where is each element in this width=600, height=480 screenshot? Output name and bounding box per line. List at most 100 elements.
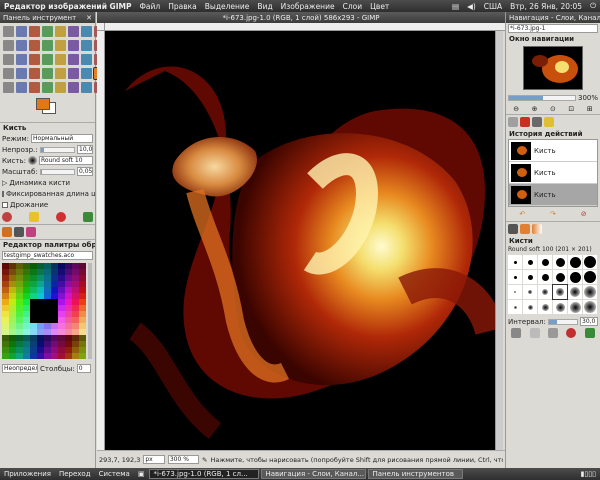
tool-button-icon[interactable] — [81, 54, 92, 65]
show-desktop-icon[interactable]: ▣ — [134, 470, 149, 478]
zoom-select[interactable]: 300 % — [167, 455, 200, 464]
ruler-corner[interactable] — [97, 23, 105, 31]
palette-swatch[interactable] — [72, 353, 79, 359]
brush-thumbnail[interactable] — [553, 255, 567, 269]
brush-thumbnail[interactable] — [508, 285, 522, 299]
menu-select[interactable]: Выделение — [201, 2, 254, 11]
brush-thumbnail[interactable] — [583, 255, 597, 269]
new-brush-icon[interactable] — [529, 327, 540, 338]
tool-button-icon[interactable] — [16, 26, 27, 37]
restore-options-icon[interactable] — [29, 212, 39, 222]
taskbar-image-window[interactable]: *i-673.jpg-1.0 (RGB, 1 сл... — [149, 469, 260, 479]
tool-button-icon[interactable] — [29, 40, 40, 51]
menu-edit[interactable]: Правка — [164, 2, 201, 11]
brush-thumbnail[interactable] — [538, 270, 552, 284]
reset-options-icon[interactable] — [83, 212, 93, 222]
vertical-ruler[interactable] — [97, 31, 105, 450]
brush-thumbnail[interactable] — [523, 255, 537, 269]
brush-thumbnail[interactable] — [583, 300, 597, 314]
palette-swatch[interactable] — [37, 353, 44, 359]
horizontal-ruler[interactable] — [105, 23, 505, 31]
brush-thumbnail[interactable] — [553, 270, 567, 284]
scale-slider[interactable] — [39, 168, 75, 175]
delete-options-icon[interactable] — [56, 212, 66, 222]
menu-colors[interactable]: Цвет — [366, 2, 393, 11]
tool-button-icon[interactable] — [29, 26, 40, 37]
brush-thumbnail[interactable] — [583, 270, 597, 284]
palette-swatch[interactable] — [30, 353, 37, 359]
vertical-scrollbar[interactable] — [495, 31, 503, 450]
brush-thumbnail[interactable] — [553, 300, 567, 314]
clock[interactable]: Втр, 26 Янв, 20:05 — [506, 2, 586, 11]
tool-button-icon[interactable] — [29, 82, 40, 93]
tool-button-icon[interactable] — [68, 40, 79, 51]
brush-preview-icon[interactable] — [27, 156, 37, 165]
close-icon[interactable]: ✕ — [86, 14, 92, 22]
tool-button-icon[interactable] — [55, 82, 66, 93]
tool-button-icon[interactable] — [81, 40, 92, 51]
brush-thumbnail[interactable] — [552, 284, 568, 300]
duplicate-brush-icon[interactable] — [547, 327, 558, 338]
palette-scrollbar[interactable] — [88, 263, 92, 359]
zoom-1-1-icon[interactable]: ⊙ — [550, 105, 556, 113]
brush-thumbnail[interactable] — [568, 270, 582, 284]
channels-tab-icon[interactable] — [520, 117, 530, 127]
tool-button-icon[interactable] — [29, 54, 40, 65]
brush-thumbnail[interactable] — [523, 285, 537, 299]
system-menu[interactable]: Система — [95, 470, 134, 478]
refresh-brushes-icon[interactable] — [584, 327, 595, 338]
tool-button-icon[interactable] — [3, 68, 14, 79]
menu-view[interactable]: Вид — [253, 2, 276, 11]
brush-thumbnail[interactable] — [583, 285, 597, 299]
patterns-tab-icon[interactable] — [520, 224, 530, 234]
tool-button-icon[interactable] — [42, 82, 53, 93]
navigation-zoom-slider[interactable] — [508, 94, 576, 101]
palette-swatch-grid[interactable] — [2, 263, 86, 359]
layers-tab-icon[interactable] — [508, 117, 518, 127]
keyboard-layout[interactable]: США — [480, 2, 506, 11]
image-select[interactable]: *i-673.jpg-1 — [508, 24, 598, 33]
tool-button-icon[interactable] — [55, 26, 66, 37]
fixed-length-checkbox[interactable] — [2, 190, 4, 197]
tool-button-icon[interactable] — [16, 68, 27, 79]
network-icon[interactable]: ▤ — [448, 2, 463, 11]
undo-tab-icon[interactable] — [544, 117, 554, 127]
tool-button-icon[interactable] — [42, 54, 53, 65]
clear-history-icon[interactable]: ⊘ — [581, 210, 587, 218]
unit-select[interactable]: px — [143, 455, 165, 464]
tool-button-icon[interactable] — [3, 26, 14, 37]
color-name-field[interactable]: Неопределе — [2, 364, 38, 373]
expander-arrow-icon[interactable]: ▷ — [2, 179, 7, 187]
brush-thumbnail[interactable] — [523, 300, 537, 314]
tool-options-tab-icon[interactable] — [2, 227, 12, 237]
brush-thumbnail[interactable] — [568, 300, 582, 314]
tool-button-icon[interactable] — [68, 26, 79, 37]
gradients-tab-icon[interactable] — [532, 224, 542, 234]
taskbar-toolbox-window[interactable]: Панель инструментов — [368, 469, 464, 479]
brush-thumbnail[interactable] — [568, 285, 582, 299]
tool-button-icon[interactable] — [42, 26, 53, 37]
brush-thumbnail[interactable] — [508, 255, 522, 269]
tool-button-icon[interactable] — [16, 40, 27, 51]
zoom-fill-icon[interactable]: ⊞ — [587, 105, 593, 113]
tool-button-icon[interactable] — [55, 54, 66, 65]
tool-button-icon[interactable] — [3, 40, 14, 51]
edit-brush-icon[interactable] — [511, 327, 522, 338]
history-item[interactable]: Кисть — [509, 162, 597, 184]
opacity-value[interactable]: 10,0 — [77, 145, 93, 154]
tool-button-icon[interactable] — [16, 82, 27, 93]
redo-icon[interactable]: ↷ — [550, 210, 556, 218]
volume-icon[interactable]: ◀) — [463, 2, 480, 11]
tool-button-icon[interactable] — [42, 68, 53, 79]
history-item-selected[interactable]: Кисть — [509, 184, 597, 206]
menu-layer[interactable]: Слои — [339, 2, 367, 11]
columns-value[interactable]: 0 — [76, 364, 91, 373]
history-item[interactable]: Кисть — [509, 140, 597, 162]
tool-button-icon[interactable] — [81, 68, 92, 79]
tool-button-icon[interactable] — [68, 82, 79, 93]
tool-button-icon[interactable] — [3, 54, 14, 65]
zoom-in-icon[interactable]: ⊕ — [532, 105, 538, 113]
image-canvas[interactable] — [105, 31, 495, 450]
palette-swatch[interactable] — [58, 353, 65, 359]
tool-button-icon[interactable] — [16, 54, 27, 65]
